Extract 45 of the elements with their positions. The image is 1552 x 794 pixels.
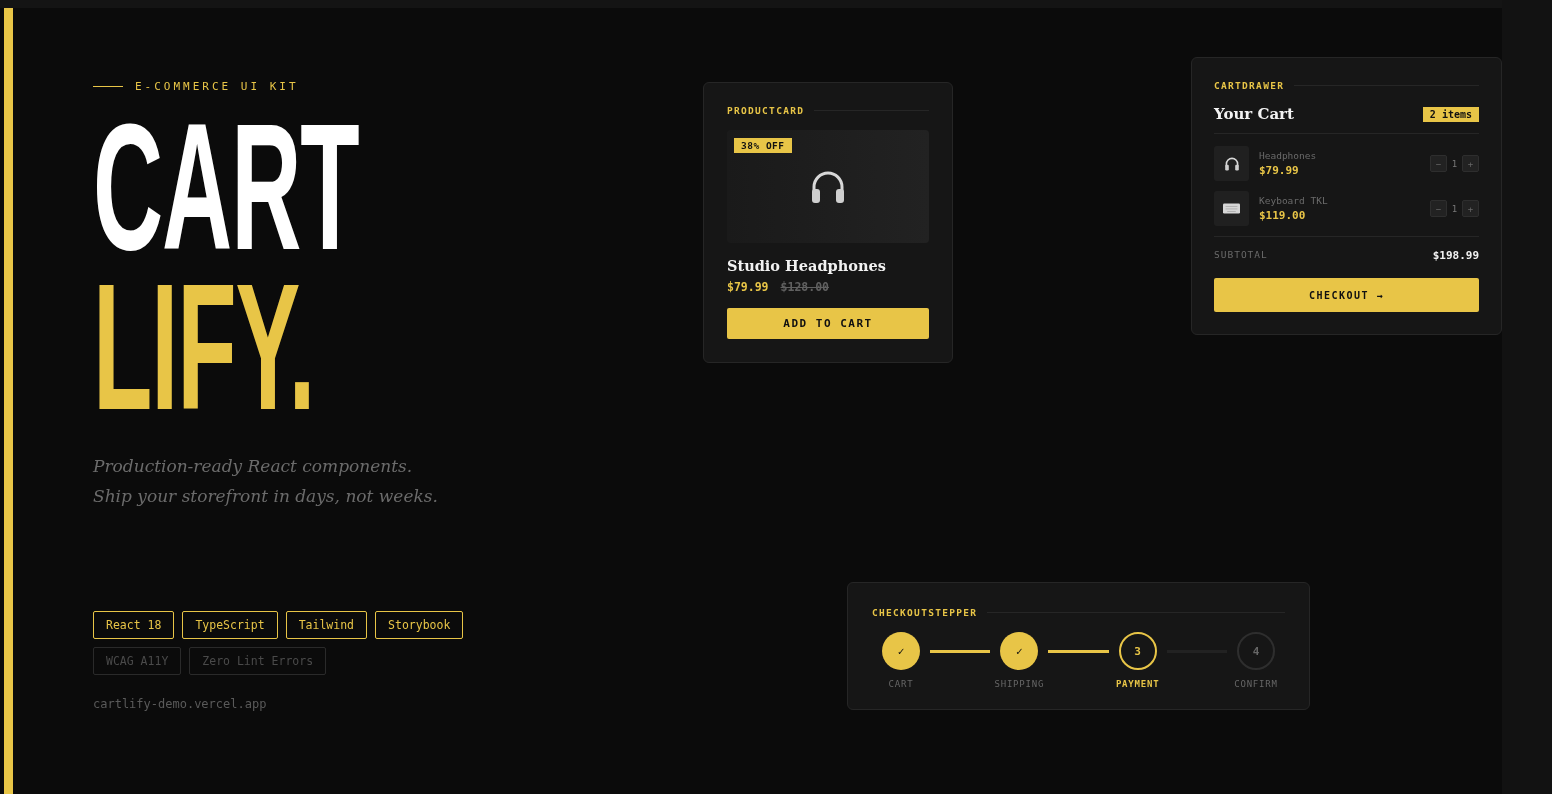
add-to-cart-button[interactable]: ADD TO CART [727,308,929,339]
step-circle: ✓ [1000,632,1039,670]
step-circle: ✓ [882,632,920,670]
tech-tag: Tailwind [285,611,368,639]
item-price: $119.00 [1259,209,1307,222]
step-label: SHIPPING [994,679,1045,689]
tech-tag: Storybook [375,611,464,639]
section-label: CARTDRAWER [1214,80,1285,91]
headline-line: LIFY. [93,267,315,427]
tech-tag: WCAG A11Y [93,647,182,675]
tagline-line: Ship your storefront in days, not weeks. [93,485,439,508]
item-count-badge: 2 items [1422,106,1479,122]
increase-button[interactable]: + [1462,155,1479,172]
item-name: Headphones [1259,150,1318,161]
tech-tag: TypeScript [182,611,278,639]
subtotal-value: $198.99 [1432,249,1479,262]
step-circle: 4 [1237,632,1275,670]
product-name: Studio Headphones [727,257,887,274]
cart-title: Your Cart [1214,105,1294,123]
increase-button[interactable]: + [1462,200,1479,217]
step-label: CART [888,679,914,689]
section-label: PRODUCTCARD [727,105,805,116]
item-name: Keyboard TKL [1259,195,1329,206]
decrease-button[interactable]: − [1430,155,1447,172]
demo-url: cartlify-demo.vercel.app [93,697,268,711]
section-label: CHECKOUTSTEPPER [872,607,978,618]
tagline-line: Production-ready React components. [93,455,414,478]
tech-tag: React 18 [93,611,175,639]
tech-tag: Zero Lint Errors [189,647,327,675]
item-price: $79.99 [1259,164,1300,177]
step-circle: 3 [1118,632,1157,670]
subtotal-label: SUBTOTAL [1214,249,1268,262]
headphones-icon [1223,155,1240,172]
keyboard-icon [1223,203,1240,214]
original-price: $128.00 [780,280,829,294]
product-price: $79.99 [727,280,769,294]
eyebrow-label: E-COMMERCE UI KIT [135,80,299,93]
discount-badge: 38% OFF [734,138,792,153]
quantity-value: 1 [1450,158,1459,169]
headline-line: CART [93,107,359,267]
step-label: PAYMENT [1115,679,1160,689]
decrease-button[interactable]: − [1430,200,1447,217]
step-label: CONFIRM [1234,679,1278,689]
quantity-value: 1 [1450,203,1459,214]
checkout-button[interactable]: CHECKOUT → [1214,278,1479,312]
